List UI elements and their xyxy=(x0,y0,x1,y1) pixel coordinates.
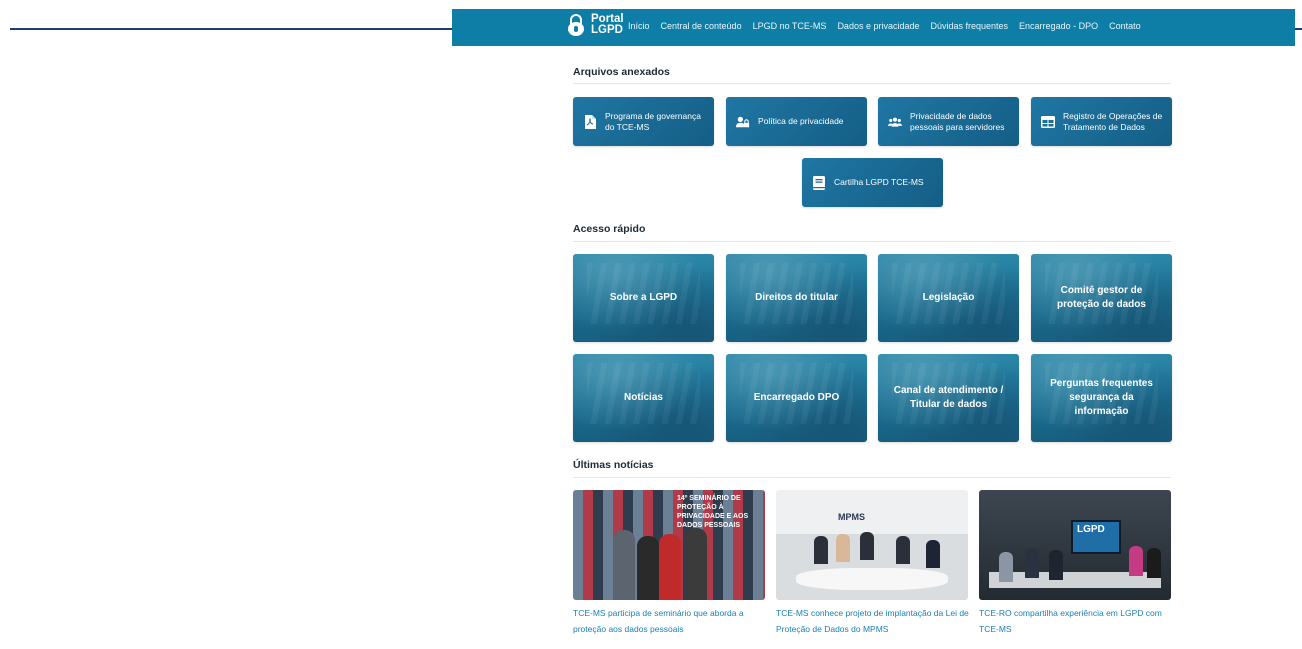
attachment-label: Programa de governança do TCE-MS xyxy=(605,110,701,132)
section-divider xyxy=(573,477,1171,478)
quick-comite-gestor[interactable]: Comitê gestor de proteção de dados xyxy=(1031,254,1172,342)
nav-lgpd-tce-ms[interactable]: LPGD no TCE-MS xyxy=(753,21,827,31)
attachment-cartilha-lgpd[interactable]: Cartilha LGPD TCE-MS xyxy=(802,158,943,207)
decorative-rule-left xyxy=(10,28,452,30)
main-nav: Início Central de conteúdo LPGD no TCE-M… xyxy=(628,21,1141,31)
nav-encarregado-dpo[interactable]: Encarregado - DPO xyxy=(1019,21,1098,31)
attachment-label: Política de privacidade xyxy=(758,116,844,126)
quick-access-heading: Acesso rápido xyxy=(573,223,646,235)
tile-label: Encarregado DPO xyxy=(753,392,840,403)
nav-central-conteudo[interactable]: Central de conteúdo xyxy=(661,21,742,31)
tile-label: Sobre a LGPD xyxy=(609,292,678,303)
news-image-mpms[interactable]: MPMS xyxy=(776,490,968,600)
tile-label: Comitê gestor de proteção de dados xyxy=(1057,285,1146,310)
attachment-politica-privacidade[interactable]: Política de privacidade xyxy=(726,97,867,146)
attachment-registro-operacoes[interactable]: Registro de Operações de Tratamento de D… xyxy=(1031,97,1172,146)
attachment-label: Cartilha LGPD TCE-MS xyxy=(834,177,924,187)
quick-encarregado-dpo[interactable]: Encarregado DPO xyxy=(726,354,867,442)
attachment-programa-governanca[interactable]: Programa de governança do TCE-MS xyxy=(573,97,714,146)
news-image-seminario[interactable]: 14º SEMINÁRIO DE PROTEÇÃO À PRIVACIDADE … xyxy=(573,490,765,600)
decorative-rule-right xyxy=(1294,28,1302,30)
lgpd-screen-text: LGPD xyxy=(1077,524,1105,535)
news-link-tce-ro[interactable]: TCE-RO compartilha experiência em LGPD c… xyxy=(979,605,1173,637)
news-heading: Últimas notícias xyxy=(573,459,654,471)
attachments-heading: Arquivos anexados xyxy=(573,66,670,78)
quick-sobre-lgpd[interactable]: Sobre a LGPD xyxy=(573,254,714,342)
news-image-tce-ro[interactable]: LGPD xyxy=(979,490,1171,600)
tile-label: Notícias xyxy=(624,392,663,403)
quick-perguntas-seguranca[interactable]: Perguntas frequentes segurança da inform… xyxy=(1031,354,1172,442)
book-icon xyxy=(812,175,826,190)
quick-direitos-titular[interactable]: Direitos do titular xyxy=(726,254,867,342)
news-link-mpms[interactable]: TCE-MS conhece projeto de implantação da… xyxy=(776,605,970,637)
attachment-label: Registro de Operações de Tratamento de D… xyxy=(1063,110,1163,132)
portal-logo[interactable]: Portal LGPD xyxy=(567,13,624,36)
lock-icon xyxy=(567,14,585,36)
tile-label: Perguntas frequentes segurança da inform… xyxy=(1050,378,1153,417)
users-icon xyxy=(888,115,902,129)
nav-contato[interactable]: Contato xyxy=(1109,21,1141,31)
pdf-file-icon xyxy=(583,114,597,129)
user-lock-icon xyxy=(736,115,750,129)
attachment-label: Privacidade de dados pessoais para servi… xyxy=(910,110,1005,132)
top-navbar: Portal LGPD Início Central de conteúdo L… xyxy=(452,9,1295,46)
quick-legislacao[interactable]: Legislação xyxy=(878,254,1019,342)
brand-line-2: LGPD xyxy=(591,24,623,36)
nav-inicio[interactable]: Início xyxy=(628,21,650,31)
tile-label: Legislação xyxy=(922,292,975,303)
tile-label: Direitos do titular xyxy=(755,292,838,303)
attachment-privacidade-servidores[interactable]: Privacidade de dados pessoais para servi… xyxy=(878,97,1019,146)
tile-label: Canal de atendimento / Titular de dados xyxy=(893,385,1004,410)
nav-duvidas-frequentes[interactable]: Dúvidas frequentes xyxy=(931,21,1009,31)
nav-dados-privacidade[interactable]: Dados e privacidade xyxy=(837,21,919,31)
section-divider xyxy=(573,241,1171,242)
news-link-seminario[interactable]: TCE-MS participa de seminário que aborda… xyxy=(573,605,767,637)
quick-noticias[interactable]: Notícias xyxy=(573,354,714,442)
mpms-logo: MPMS xyxy=(838,512,865,522)
quick-canal-atendimento[interactable]: Canal de atendimento / Titular de dados xyxy=(878,354,1019,442)
section-divider xyxy=(573,83,1171,84)
table-icon xyxy=(1041,115,1055,129)
